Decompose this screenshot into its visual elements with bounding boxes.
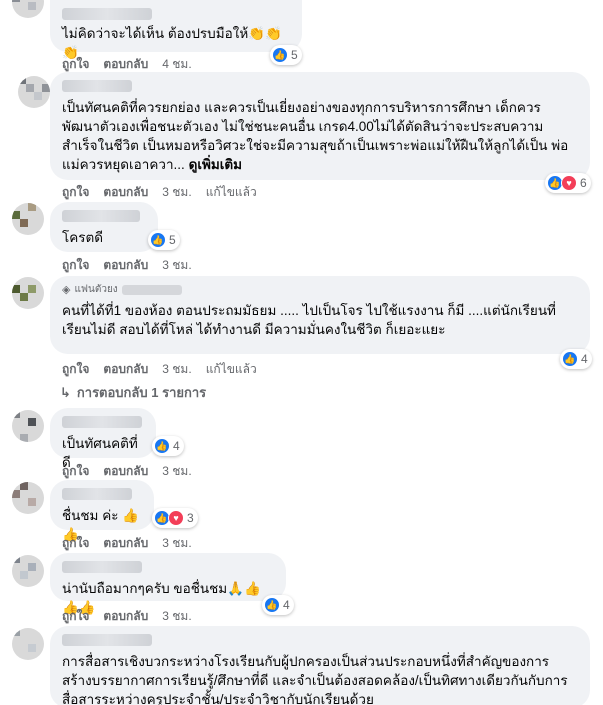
comment-actions: ถูกใจ ตอบกลับ 3 ชม. แก้ไขแล้ว <box>62 360 257 379</box>
diamond-icon: ◈ <box>62 284 71 296</box>
replies-count-label: การตอบกลับ 1 รายการ <box>76 385 207 400</box>
comment-actions: ถูกใจ ตอบกลับ 3 ชม. <box>62 534 192 553</box>
timestamp[interactable]: 3 ชม. <box>162 462 191 481</box>
comment-actions: ถูกใจ ตอบกลับ 3 ชม. <box>62 607 192 626</box>
edited-label: แก้ไขแล้ว <box>205 362 257 376</box>
commenter-name[interactable] <box>62 80 132 92</box>
reaction-count: 5 <box>291 48 298 62</box>
reply-button[interactable]: ตอบกลับ <box>103 534 148 553</box>
avatar[interactable] <box>18 76 50 108</box>
reaction-count: 4 <box>283 598 290 612</box>
comment-bubble: เป็นทัศนคติที่ดี <box>50 408 156 470</box>
timestamp[interactable]: 3 ชม. <box>162 534 191 553</box>
love-reaction-icon: ♥ <box>561 175 577 191</box>
badge-label: แฟนตัวยง <box>74 284 118 295</box>
commenter-name[interactable] <box>62 561 142 573</box>
edited-label: แก้ไขแล้ว <box>205 185 257 199</box>
avatar[interactable] <box>12 0 44 18</box>
reply-arrow-icon: ↳ <box>60 384 71 400</box>
timestamp[interactable]: 3 ชม. <box>162 256 191 275</box>
like-button[interactable]: ถูกใจ <box>62 534 89 553</box>
reaction-count: 4 <box>581 352 588 366</box>
reaction-summary[interactable]: 👍 ♥ 6 <box>545 173 591 193</box>
avatar[interactable] <box>12 203 44 235</box>
comment-text: เป็นทัศนคติที่ควรยกย่อง และควรเป็นเยี่ยง… <box>62 98 578 174</box>
love-reaction-icon: ♥ <box>168 510 184 526</box>
comment-bubble: น่านับถือมากๆครับ ขอชื่นชม🙏👍👍👍 <box>50 553 286 615</box>
comment-text: การสื่อสารเชิงบวกระหว่างโรงเรียนกับผู้ปก… <box>62 654 568 705</box>
comment-bubble: โครตดี <box>50 202 158 252</box>
timestamp[interactable]: 3 ชม. <box>162 360 191 379</box>
comment-actions: ถูกใจ ตอบกลับ 3 ชม. แก้ไขแล้ว <box>62 183 257 202</box>
comment-bubble: ชื่นชม ค่ะ 👍👍 <box>50 480 154 542</box>
reaction-count: 6 <box>580 176 587 190</box>
commenter-name[interactable] <box>62 8 152 20</box>
reaction-summary[interactable]: 👍 ♥ 3 <box>152 508 198 528</box>
commenter-name[interactable] <box>62 210 140 222</box>
top-fan-badge: ◈ แฟนตัวยง <box>62 282 578 297</box>
reaction-summary[interactable]: 👍 5 <box>148 230 180 250</box>
comment-actions: ถูกใจ ตอบกลับ 3 ชม. <box>62 462 192 481</box>
timestamp[interactable]: 3 ชม. <box>162 183 191 202</box>
reaction-summary[interactable]: 👍 5 <box>270 45 302 65</box>
like-reaction-icon: 👍 <box>264 597 280 613</box>
like-reaction-icon: 👍 <box>562 351 578 367</box>
commenter-name[interactable] <box>62 634 152 646</box>
comment-text: คนที่ได้ที่1 ของห้อง ตอนประถมมัธยม .....… <box>62 303 556 337</box>
like-reaction-icon: 👍 <box>154 438 170 454</box>
avatar[interactable] <box>12 410 44 442</box>
like-button[interactable]: ถูกใจ <box>62 183 89 202</box>
like-button[interactable]: ถูกใจ <box>62 256 89 275</box>
avatar[interactable] <box>12 628 44 660</box>
commenter-name[interactable] <box>121 284 182 295</box>
view-replies-link[interactable]: ↳ การตอบกลับ 1 รายการ <box>60 382 206 403</box>
comment-body: เป็นทัศนคติที่ควรยกย่อง และควรเป็นเยี่ยง… <box>62 100 569 172</box>
comment-actions: ถูกใจ ตอบกลับ 3 ชม. <box>62 256 192 275</box>
reply-button[interactable]: ตอบกลับ <box>103 462 148 481</box>
reaction-count: 3 <box>187 511 194 525</box>
reaction-count: 4 <box>173 439 180 453</box>
like-button[interactable]: ถูกใจ <box>62 360 89 379</box>
avatar[interactable] <box>12 277 44 309</box>
reaction-count: 5 <box>169 233 176 247</box>
commenter-name[interactable] <box>62 416 142 428</box>
like-button[interactable]: ถูกใจ <box>62 462 89 481</box>
reaction-summary[interactable]: 👍 4 <box>560 349 592 369</box>
timestamp[interactable]: 3 ชม. <box>162 607 191 626</box>
comment-bubble: การสื่อสารเชิงบวกระหว่างโรงเรียนกับผู้ปก… <box>50 626 590 705</box>
comment-bubble: เป็นทัศนคติที่ควรยกย่อง และควรเป็นเยี่ยง… <box>50 72 590 180</box>
comment-text: โครตดี <box>62 230 104 245</box>
commenter-name[interactable] <box>62 488 132 500</box>
like-button[interactable]: ถูกใจ <box>62 607 89 626</box>
reaction-summary[interactable]: 👍 4 <box>152 436 184 456</box>
reply-button[interactable]: ตอบกลับ <box>103 256 148 275</box>
comment-bubble: ◈ แฟนตัวยง คนที่ได้ที่1 ของห้อง ตอนประถม… <box>50 276 590 354</box>
like-reaction-icon: 👍 <box>150 232 166 248</box>
like-reaction-icon: 👍 <box>272 47 288 63</box>
avatar[interactable] <box>12 482 44 514</box>
reply-button[interactable]: ตอบกลับ <box>103 607 148 626</box>
reply-button[interactable]: ตอบกลับ <box>103 183 148 202</box>
comment-bubble: ไม่คิดว่าจะได้เห็น ต้องปรบมือให้👏👏👏 <box>50 0 302 60</box>
reply-button[interactable]: ตอบกลับ <box>103 360 148 379</box>
reaction-summary[interactable]: 👍 4 <box>262 595 294 615</box>
avatar[interactable] <box>12 555 44 587</box>
see-more-link[interactable]: ดูเพิ่มเติม <box>189 157 242 172</box>
